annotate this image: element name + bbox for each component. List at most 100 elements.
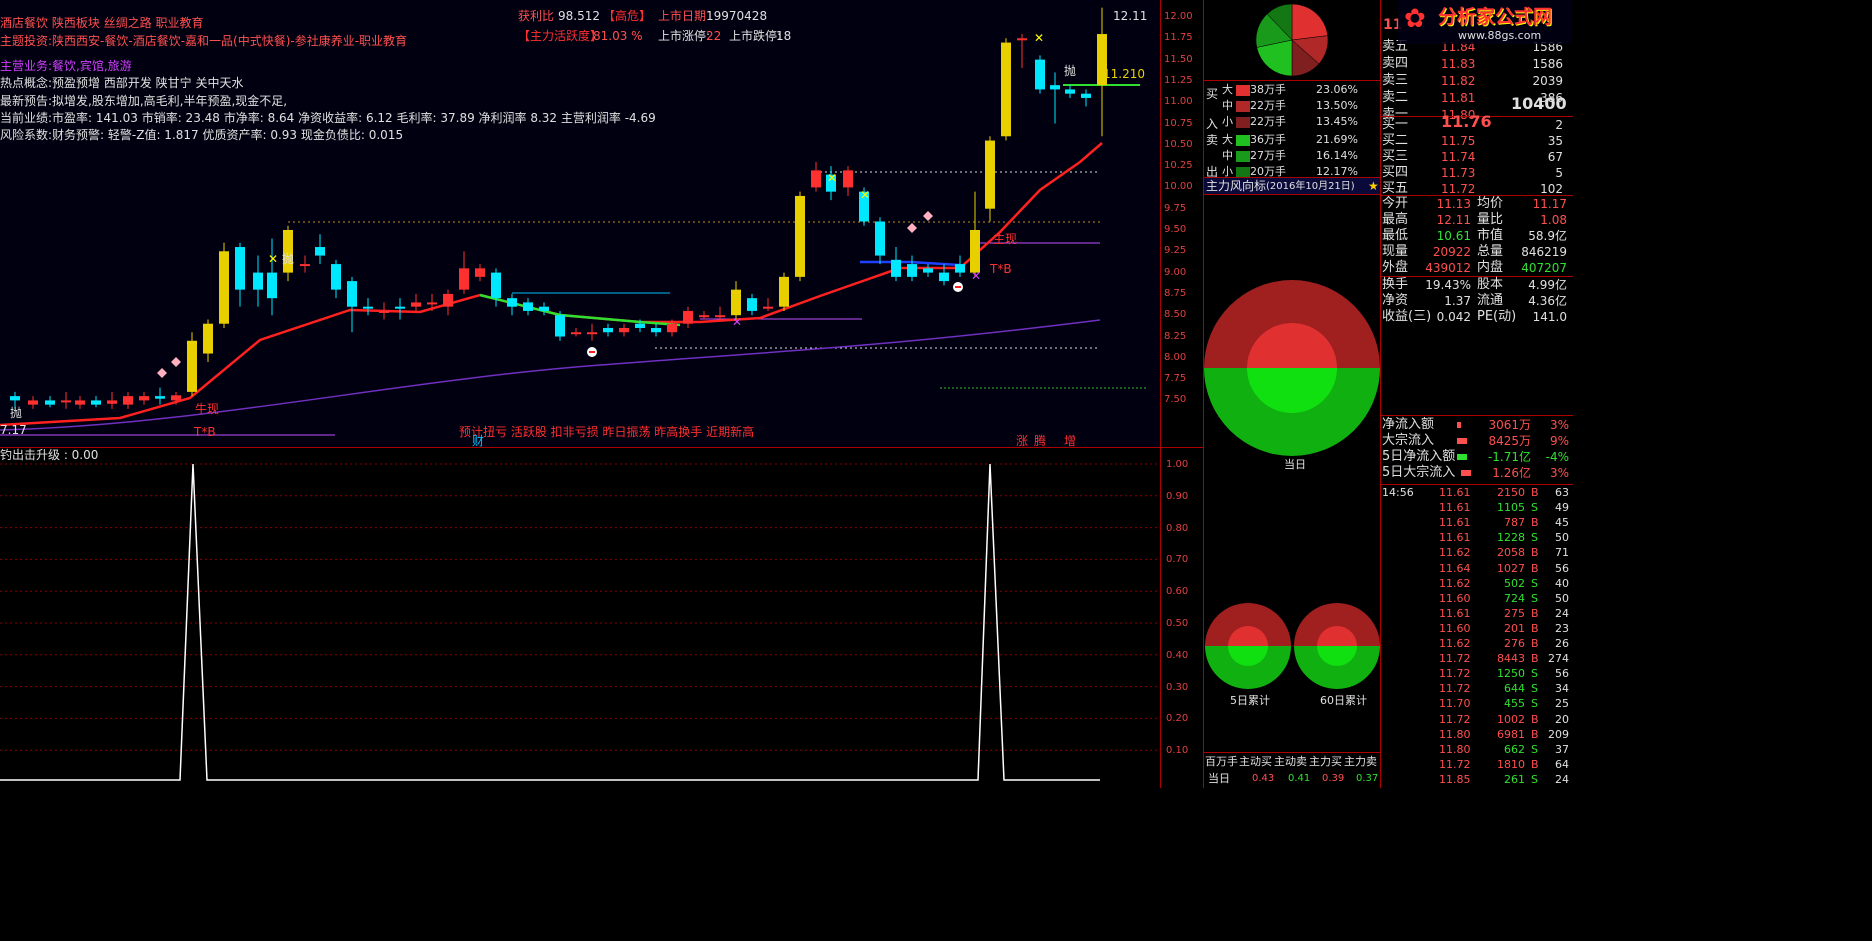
indicator-tick: 0.80	[1166, 522, 1189, 534]
stat-value: 10.61	[1436, 229, 1471, 243]
tick-price: 11.62	[1439, 546, 1471, 560]
flow-header: 主力风向标 (2016年10月21日) ★	[1204, 177, 1381, 195]
stat-label: 市值	[1477, 228, 1504, 243]
tag-pao-3: 抛	[10, 406, 23, 420]
tick-price: 11.64	[1439, 561, 1471, 575]
tick-volume: 662	[1504, 742, 1525, 756]
info-forecast: 最新预告:拟增发,股东增加,高毛利,半年预盈,现金不足,	[0, 94, 288, 108]
tick-price: 11.80	[1439, 742, 1471, 756]
flow-head-0: 百万手	[1205, 755, 1238, 768]
event-tags: 预计扭亏 活跃股 扣非亏损 昨日振荡 昨高换手 近期新高	[459, 425, 755, 439]
stat-label: 总量	[1477, 244, 1504, 259]
tick-price: 11.72	[1439, 712, 1471, 726]
tick-count: 49	[1555, 501, 1569, 515]
ask-price: 11.81	[1441, 91, 1476, 105]
stat2-label: 股本	[1477, 277, 1504, 292]
tag-teng: 腾	[1034, 434, 1047, 448]
tick-price: 11.61	[1439, 486, 1471, 499]
tick-price: 11.62	[1439, 637, 1471, 650]
stat-value: 407207	[1521, 261, 1567, 275]
main-chart-panel[interactable]: ✕ ✕ ✕ ✕ ✕ ✕ 获利比 98.512 【高危】 上市日期 19970428 【主力…	[0, 0, 1160, 448]
flow-head-4: 主力卖	[1344, 755, 1377, 768]
stat2-value: 19.43%	[1425, 278, 1471, 292]
tick-count: 37	[1555, 742, 1569, 756]
logo-star-icon: ✿	[1404, 4, 1426, 34]
bid-price: 11.76	[1441, 112, 1492, 131]
tick-side: B	[1531, 516, 1539, 530]
stat-value: 58.9亿	[1528, 229, 1567, 243]
netflow-label: 5日大宗流入	[1382, 465, 1456, 480]
tick-volume: 1250	[1497, 667, 1525, 681]
tick-side: S	[1531, 501, 1538, 515]
tick-side: S	[1531, 667, 1538, 681]
tick-side: B	[1531, 637, 1539, 650]
indicator-tick: 1.00	[1166, 459, 1189, 470]
ask-volume: 2039	[1532, 74, 1563, 88]
price-tick: 8.00	[1164, 351, 1187, 363]
tag-zeng: 增	[1064, 434, 1077, 448]
flow-pie-small	[1255, 3, 1329, 77]
listing-date-label: 上市日期	[658, 9, 707, 23]
indicator-tick: 0.40	[1166, 649, 1189, 661]
ticks-divider	[1381, 484, 1573, 485]
tick-side: B	[1531, 486, 1539, 499]
tick-volume: 6981	[1497, 727, 1525, 741]
bid-label: 买三	[1382, 149, 1409, 164]
price-tick: 11.75	[1164, 32, 1193, 44]
tick-side: S	[1531, 772, 1538, 786]
flow-buy-side-2: 入	[1206, 117, 1219, 131]
ask-volume: 1586	[1532, 57, 1563, 71]
bid-price: 11.74	[1441, 150, 1476, 164]
tag-zhuli: 主现	[993, 232, 1018, 246]
tick-count: 25	[1555, 697, 1569, 711]
tick-count: 56	[1555, 561, 1569, 575]
star-icon[interactable]: ★	[1368, 179, 1379, 193]
svg-text:✕: ✕	[971, 269, 981, 283]
flow-size: 大	[1222, 133, 1233, 146]
flow-pct: 16.14%	[1316, 149, 1358, 162]
netflow-label: 大宗流入	[1382, 433, 1435, 448]
tick-count: 71	[1555, 546, 1569, 560]
stat2-value: 4.36亿	[1528, 294, 1567, 308]
last-price-label: 11.210	[1103, 67, 1145, 81]
tick-side: S	[1531, 591, 1538, 605]
flow-amount: 22万手	[1250, 115, 1286, 128]
stat-profit-value: 98.512	[558, 9, 600, 23]
flow-swatch	[1236, 85, 1250, 96]
netflow-label: 5日净流入额	[1382, 449, 1456, 464]
netflow-bar	[1461, 470, 1471, 476]
netflow-value: -1.71亿	[1487, 450, 1531, 464]
flow-row-v1: 0.41	[1288, 773, 1311, 784]
flow-row-v3: 0.37	[1356, 773, 1379, 784]
indicator-tick: 0.90	[1166, 490, 1189, 502]
tick-side: S	[1531, 697, 1538, 711]
svg-text:✕: ✕	[860, 188, 870, 202]
stat-label: 内盘	[1477, 260, 1504, 275]
site-logo[interactable]: ✿ 分析家公式网 www.88gs.com	[1398, 0, 1572, 44]
tick-count: 45	[1555, 516, 1569, 530]
tick-side: B	[1531, 621, 1539, 635]
price-tick: 8.25	[1164, 330, 1187, 342]
tick-side: B	[1531, 546, 1539, 560]
indicator-chart[interactable]	[0, 448, 1160, 788]
price-tick: 10.00	[1164, 181, 1193, 193]
price-tick: 10.75	[1164, 117, 1193, 129]
flow-row-v2: 0.39	[1322, 773, 1345, 784]
netflow-value: 8425万	[1488, 434, 1531, 448]
limit-up-value: 22	[706, 29, 722, 43]
tick-price: 11.72	[1439, 652, 1471, 666]
kline-chart[interactable]: ✕ ✕ ✕ ✕ ✕ ✕	[0, 0, 1160, 447]
tick-side: S	[1531, 531, 1538, 545]
price-tick: 11.50	[1164, 53, 1193, 65]
logo-text: 分析家公式网	[1438, 6, 1553, 28]
netflow-divider	[1381, 415, 1573, 416]
tick-count: 40	[1555, 576, 1569, 590]
flow-swatch	[1236, 151, 1250, 162]
flow-amount: 38万手	[1250, 83, 1286, 96]
flow-summary-table: 百万手 主动买 主动卖 主力买 主力卖 当日 0.43 0.41 0.39 0.…	[1204, 752, 1381, 789]
tick-volume: 1027	[1497, 561, 1525, 575]
limit-down-label: 上市跌停:	[729, 29, 782, 43]
indicator-panel[interactable]: 钓出击升级 : 0.00	[0, 448, 1160, 788]
tick-price: 11.72	[1439, 682, 1471, 696]
stat-label: 量比	[1477, 212, 1504, 227]
